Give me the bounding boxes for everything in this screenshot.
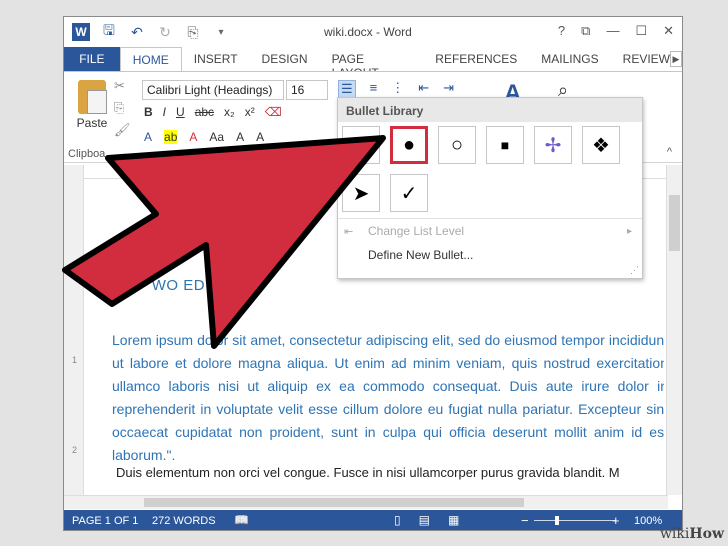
paragraph-tools: ☰ ≡ ⋮ ⇤ ⇥: [338, 80, 454, 98]
minimize-button[interactable]: —: [606, 23, 619, 39]
page-count[interactable]: PAGE 1 OF 1: [72, 515, 138, 527]
format-painter-icon[interactable]: 🖌: [114, 122, 131, 138]
tab-references[interactable]: REFERENCES: [423, 47, 529, 71]
vertical-scroll-thumb[interactable]: [669, 195, 680, 251]
window-title: wiki.docx - Word: [324, 25, 412, 39]
bullet-diamond-option[interactable]: ❖: [582, 126, 620, 164]
bullet-arrow-option[interactable]: ➤: [342, 174, 380, 212]
collapse-ribbon-icon[interactable]: ^: [667, 146, 672, 158]
text-effects-button[interactable]: A: [144, 130, 152, 144]
dropdown-separator: [338, 218, 642, 219]
change-list-level-item[interactable]: Change List Level: [368, 224, 464, 238]
help-button[interactable]: ?: [558, 23, 565, 39]
tab-insert[interactable]: INSERT: [182, 47, 250, 71]
bold-button[interactable]: B: [144, 105, 153, 119]
zoom-slider[interactable]: [534, 520, 616, 521]
undo-icon[interactable]: ↶: [128, 23, 146, 41]
font-color-row: A ab A Aa A A: [144, 130, 264, 144]
font-format-row: B I U abc x₂ x² ⌫: [144, 105, 282, 119]
window-controls: ? ⧉ — ☐ ✕: [558, 23, 674, 39]
tab-file[interactable]: FILE: [64, 47, 120, 71]
ribbon-tabs: FILE HOME INSERT DESIGN PAGE LAYOUT REFE…: [64, 47, 682, 80]
bullet-hollow-circle-option[interactable]: ○: [438, 126, 476, 164]
paste-button[interactable]: Paste: [72, 80, 112, 130]
resize-grip-icon[interactable]: ⋰: [630, 265, 639, 276]
shrink-font-button[interactable]: A: [256, 130, 264, 144]
vertical-ruler: 1 2: [64, 165, 84, 495]
horizontal-scrollbar[interactable]: [64, 495, 668, 509]
bullet-library-dropdown: Bullet Library ● ○ ■ ✢ ❖ ➤ ✓ ⇤ Change Li…: [337, 97, 643, 279]
tabs-scroll-right-icon[interactable]: ▶: [670, 51, 682, 67]
tab-mailings[interactable]: MAILINGS: [529, 47, 610, 71]
strikethrough-button[interactable]: abc: [195, 105, 214, 119]
save-icon[interactable]: 🖫: [100, 22, 118, 41]
view-buttons: ▯ ▤ ▦: [394, 513, 459, 527]
numbering-button-icon[interactable]: ≡: [370, 80, 378, 98]
tab-page-layout[interactable]: PAGE LAYOUT: [320, 47, 424, 80]
title-bar: W 🖫 ↶ ↻ ⎘ ▾ wiki.docx - Word ? ⧉ — ☐ ✕: [64, 17, 682, 47]
change-list-level-icon: ⇤: [344, 226, 354, 238]
redo-icon[interactable]: ↻: [156, 23, 174, 41]
font-size-select[interactable]: 16: [286, 80, 328, 100]
define-new-bullet-item[interactable]: Define New Bullet...: [368, 248, 473, 262]
font-color-button[interactable]: A: [189, 130, 197, 144]
font-name-select[interactable]: Calibri Light (Headings): [142, 80, 284, 100]
document-heading[interactable]: • WO ED: [136, 277, 205, 294]
bullets-button-icon[interactable]: ☰: [338, 80, 356, 98]
bullet-square-option[interactable]: ■: [486, 126, 524, 164]
read-mode-icon[interactable]: ▯: [394, 513, 401, 527]
document-paragraph[interactable]: Lorem ipsum dolor sit amet, consectetur …: [112, 329, 664, 467]
maximize-button[interactable]: ☐: [635, 23, 647, 39]
zoom-level[interactable]: 100%: [634, 515, 662, 527]
bullet-library-title: Bullet Library: [338, 98, 642, 122]
tab-design[interactable]: DESIGN: [250, 47, 320, 71]
horizontal-scroll-thumb[interactable]: [144, 498, 524, 507]
proofing-icon[interactable]: 📖: [234, 513, 249, 527]
word-app-icon: W: [72, 23, 90, 41]
word-count[interactable]: 272 WORDS: [152, 515, 216, 527]
submenu-arrow-icon: ▸: [626, 226, 632, 237]
close-button[interactable]: ✕: [663, 23, 674, 39]
underline-button[interactable]: U: [176, 105, 185, 119]
ribbon-display-options-button[interactable]: ⧉: [581, 23, 590, 39]
zoom-slider-knob[interactable]: [555, 516, 559, 525]
copy-icon[interactable]: ⎘: [114, 100, 131, 116]
zoom-out-button[interactable]: −: [521, 513, 529, 528]
quick-access-toolbar: W 🖫 ↶ ↻ ⎘ ▾: [72, 22, 230, 41]
clipboard-tools: ✂ ⎘ 🖌: [114, 78, 131, 138]
bullet-none-option[interactable]: [342, 126, 380, 164]
wikihow-watermark: wikiHow: [659, 526, 724, 542]
superscript-button[interactable]: x²: [245, 105, 255, 119]
status-bar: PAGE 1 OF 1 272 WORDS 📖 ▯ ▤ ▦ − + 100%: [64, 510, 682, 530]
zoom-in-button[interactable]: +: [612, 513, 620, 528]
touch-mode-icon[interactable]: ⎘: [184, 23, 202, 41]
customize-qat-icon[interactable]: ▾: [212, 23, 230, 41]
subscript-button[interactable]: x₂: [224, 105, 235, 119]
clear-formatting-icon[interactable]: ⌫: [265, 105, 282, 119]
print-layout-icon[interactable]: ▤: [419, 513, 430, 527]
increase-indent-icon[interactable]: ⇥: [443, 80, 454, 98]
vertical-scrollbar[interactable]: [666, 165, 682, 495]
tab-home[interactable]: HOME: [119, 47, 182, 71]
bullet-checkmark-option[interactable]: ✓: [390, 174, 428, 212]
cut-icon[interactable]: ✂: [114, 78, 131, 94]
web-layout-icon[interactable]: ▦: [448, 513, 459, 527]
document-paragraph-2[interactable]: Duis elementum non orci vel congue. Fusc…: [116, 465, 664, 480]
bullet-filled-circle-option[interactable]: ●: [390, 126, 428, 164]
paste-label: Paste: [76, 116, 108, 130]
change-case-button[interactable]: Aa: [209, 130, 224, 144]
clipboard-group-label: Clipboa: [68, 148, 106, 160]
clipboard-icon: [78, 80, 107, 114]
decrease-indent-icon[interactable]: ⇤: [418, 80, 429, 98]
bullet-marker: •: [136, 277, 142, 294]
multilevel-list-icon[interactable]: ⋮: [391, 80, 404, 98]
highlight-button[interactable]: ab: [164, 130, 178, 144]
grow-font-button[interactable]: A: [236, 130, 244, 144]
italic-button[interactable]: I: [163, 105, 166, 119]
bullet-star-option[interactable]: ✢: [534, 126, 572, 164]
